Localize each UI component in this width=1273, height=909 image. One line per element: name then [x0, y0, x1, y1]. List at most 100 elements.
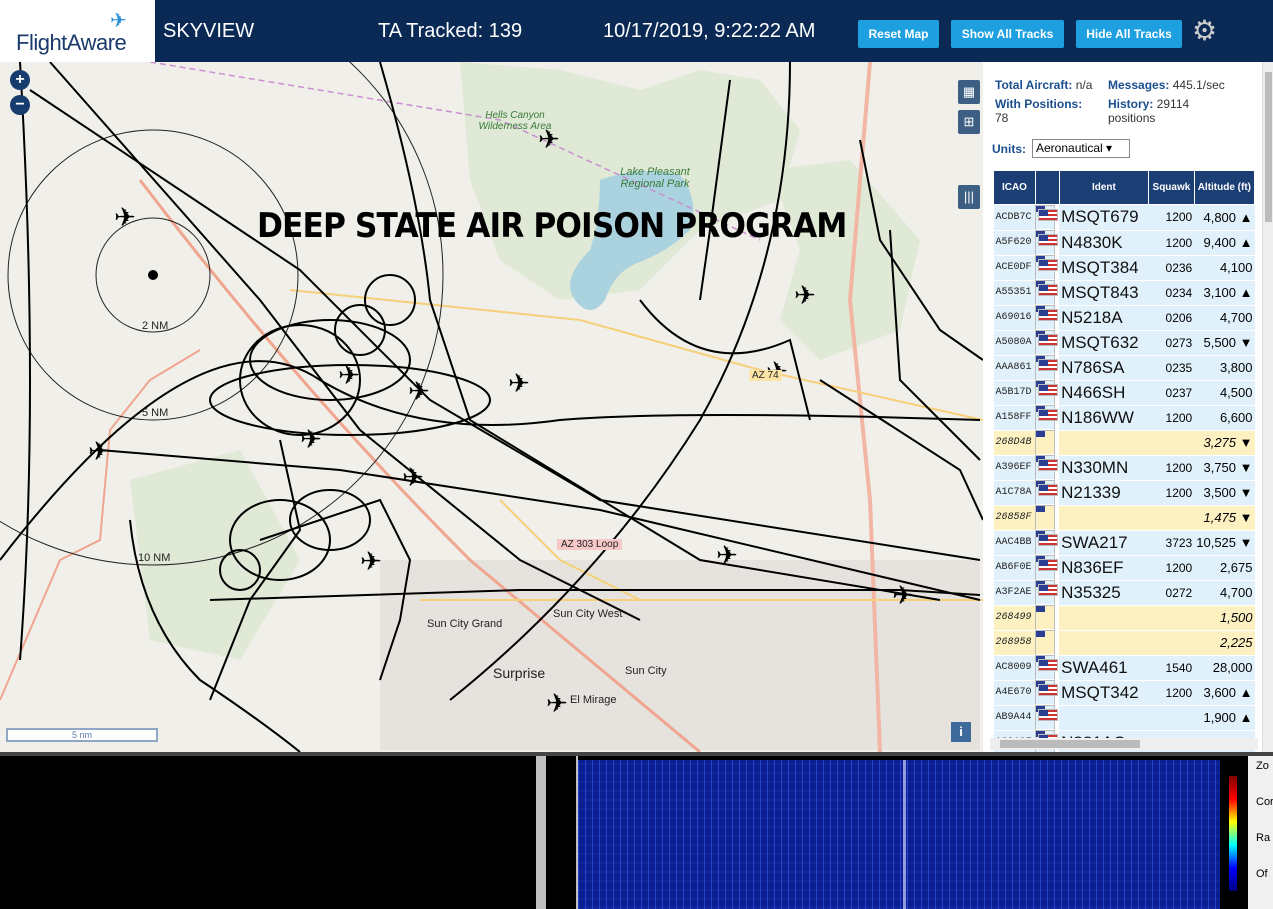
- info-button[interactable]: i: [951, 722, 971, 742]
- table-row[interactable]: A5B17D N466SH 0237 4,500: [993, 380, 1255, 406]
- cell-icao: A158FF: [993, 405, 1036, 431]
- offset-control-label[interactable]: Of: [1256, 868, 1268, 880]
- us-flag-icon: [1038, 208, 1059, 221]
- cell-squawk: 0272: [1148, 580, 1195, 606]
- label-surprise: Surprise: [493, 665, 546, 681]
- table-row[interactable]: AAC4BB SWA217 3723 10,525 ▼: [993, 530, 1255, 556]
- cell-altitude: 28,000: [1194, 655, 1255, 681]
- cell-ident: MSQT679: [1059, 204, 1149, 231]
- cell-ident: [1059, 705, 1149, 731]
- range-control-label[interactable]: Ra: [1256, 832, 1270, 844]
- cell-squawk: [1148, 630, 1195, 656]
- cell-altitude: 3,600 ▲: [1194, 680, 1255, 706]
- table-row[interactable]: 268D4B 3,275 ▼: [993, 430, 1255, 456]
- cell-flag: [1035, 580, 1059, 605]
- history-label: History:: [1108, 97, 1154, 111]
- waterfall-divider-inner: [546, 756, 576, 909]
- col-flag[interactable]: [1034, 170, 1060, 205]
- table-row[interactable]: A69016 N5218A 0206 4,700: [993, 305, 1255, 331]
- cell-altitude: 4,500: [1194, 380, 1255, 406]
- cell-squawk: [1148, 705, 1195, 731]
- cell-flag: [1035, 280, 1059, 305]
- cell-flag: [1035, 355, 1059, 380]
- show-all-tracks-button[interactable]: Show All Tracks: [951, 20, 1064, 48]
- cell-ident: N786SA: [1059, 355, 1149, 381]
- table-row[interactable]: A5F620 N4830K 1200 9,400 ▲: [993, 230, 1255, 256]
- table-row[interactable]: 268499 1,500: [993, 605, 1255, 631]
- cell-icao: AC8009: [993, 655, 1036, 681]
- scrollbar-thumb[interactable]: [1000, 740, 1140, 748]
- cell-icao: A4E670: [993, 680, 1036, 706]
- us-flag-icon: [1038, 308, 1059, 321]
- with-positions-stat: With Positions: 78: [995, 97, 1105, 125]
- gear-icon[interactable]: ⚙: [1192, 14, 1217, 47]
- table-row[interactable]: 26858F 1,475 ▼: [993, 505, 1255, 531]
- total-aircraft-stat: Total Aircraft: n/a: [995, 78, 1092, 92]
- cell-ident: N4830K: [1059, 230, 1149, 256]
- col-ident[interactable]: Ident: [1058, 170, 1150, 205]
- table-row[interactable]: A55351 MSQT843 0234 3,100 ▲: [993, 280, 1255, 306]
- cell-flag: [1035, 430, 1056, 455]
- cell-altitude: 9,400 ▲: [1194, 230, 1255, 256]
- svg-text:✈: ✈: [716, 541, 738, 571]
- col-icao[interactable]: ICAO: [993, 170, 1036, 205]
- cell-flag: [1035, 455, 1059, 480]
- ta-tracked-count: TA Tracked: 139: [378, 20, 523, 42]
- cell-flag: [1035, 530, 1059, 555]
- waterfall-spectrogram[interactable]: [578, 760, 1220, 909]
- logo-text: FlightAware: [16, 30, 127, 55]
- sidebar-horizontal-scrollbar[interactable]: [990, 738, 1258, 750]
- flightaware-logo[interactable]: ✈ FlightAware: [0, 0, 157, 62]
- table-row[interactable]: A3F2AE N35325 0272 4,700: [993, 580, 1255, 606]
- table-row[interactable]: AC8009 SWA461 1540 28,000: [993, 655, 1255, 681]
- app-name: SKYVIEW: [163, 20, 255, 42]
- table-row[interactable]: A1C78A N21339 1200 3,500 ▼: [993, 480, 1255, 506]
- cell-squawk: 1540: [1148, 655, 1195, 681]
- units-select[interactable]: Aeronautical ▾: [1032, 139, 1130, 158]
- hide-all-tracks-button[interactable]: Hide All Tracks: [1076, 20, 1182, 48]
- table-row[interactable]: A396EF N330MN 1200 3,750 ▼: [993, 455, 1255, 481]
- table-row[interactable]: AAA861 N786SA 0235 3,800: [993, 355, 1255, 381]
- zoom-control-label[interactable]: Zo: [1256, 760, 1269, 772]
- cell-squawk: [1148, 430, 1195, 456]
- columns-icon[interactable]: |||: [958, 185, 980, 209]
- table-row[interactable]: ACDB7C MSQT679 1200 4,800 ▲: [993, 204, 1255, 231]
- cell-flag: [1035, 705, 1059, 730]
- cell-flag: [1035, 680, 1059, 705]
- label-sun-city: Sun City: [625, 665, 667, 677]
- us-flag-icon: [1038, 358, 1059, 371]
- zoom-in-button[interactable]: +: [10, 70, 30, 90]
- map-view[interactable]: ✈ ✈ ✈ ✈ ✈ ✈ ✈ ✈ ✈ ✈ ✈ ✈ ✈ ✈ DEEP STATE A…: [0, 62, 983, 752]
- table-row[interactable]: ACE0DF MSQT384 0236 4,100: [993, 255, 1255, 281]
- label-sun-city-grand: Sun City Grand: [427, 618, 503, 630]
- reset-map-button[interactable]: Reset Map: [858, 20, 939, 48]
- svg-text:✈: ✈: [892, 581, 914, 611]
- cell-altitude: 10,525 ▼: [1194, 530, 1255, 556]
- signal-line: [903, 760, 906, 909]
- table-row[interactable]: AB9A44 1,900 ▲: [993, 705, 1255, 731]
- cell-icao: A3F2AE: [993, 580, 1036, 606]
- scrollbar-thumb[interactable]: [1265, 72, 1272, 222]
- label-lake-pleasant: Lake Pleasant Regional Park: [620, 166, 690, 190]
- zoom-out-button[interactable]: −: [10, 95, 30, 115]
- col-squawk[interactable]: Squawk: [1148, 170, 1195, 205]
- cell-flag: [1035, 230, 1059, 255]
- cell-flag: [1035, 655, 1059, 680]
- grid-icon[interactable]: ⊞: [958, 110, 980, 134]
- contrast-control-label[interactable]: Cor: [1256, 796, 1273, 808]
- sidebar-vertical-scrollbar[interactable]: [1262, 62, 1273, 752]
- us-flag-icon: [1038, 458, 1059, 471]
- table-row[interactable]: AB6F0E N836EF 1200 2,675: [993, 555, 1255, 581]
- cell-ident: N21339: [1059, 480, 1149, 506]
- svg-text:✈: ✈: [360, 547, 382, 577]
- table-row[interactable]: A158FF N186WW 1200 6,600: [993, 405, 1255, 431]
- table-row[interactable]: 268958 2,225: [993, 630, 1255, 656]
- col-altitude[interactable]: Altitude (ft): [1193, 170, 1256, 205]
- table-row[interactable]: A5080A MSQT632 0273 5,500 ▼: [993, 330, 1255, 356]
- aircraft-table-body: ACDB7C MSQT679 1200 4,800 ▲ A5F620 N4830K 1200…: [993, 204, 1255, 752]
- map-layer-icon[interactable]: ▦: [958, 80, 980, 104]
- table-row[interactable]: A4E670 MSQT342 1200 3,600 ▲: [993, 680, 1255, 706]
- with-positions-label: With Positions:: [995, 97, 1083, 111]
- waterfall-panel: Zo Cor Ra Of: [0, 752, 1273, 909]
- cell-squawk: 1200: [1148, 405, 1195, 431]
